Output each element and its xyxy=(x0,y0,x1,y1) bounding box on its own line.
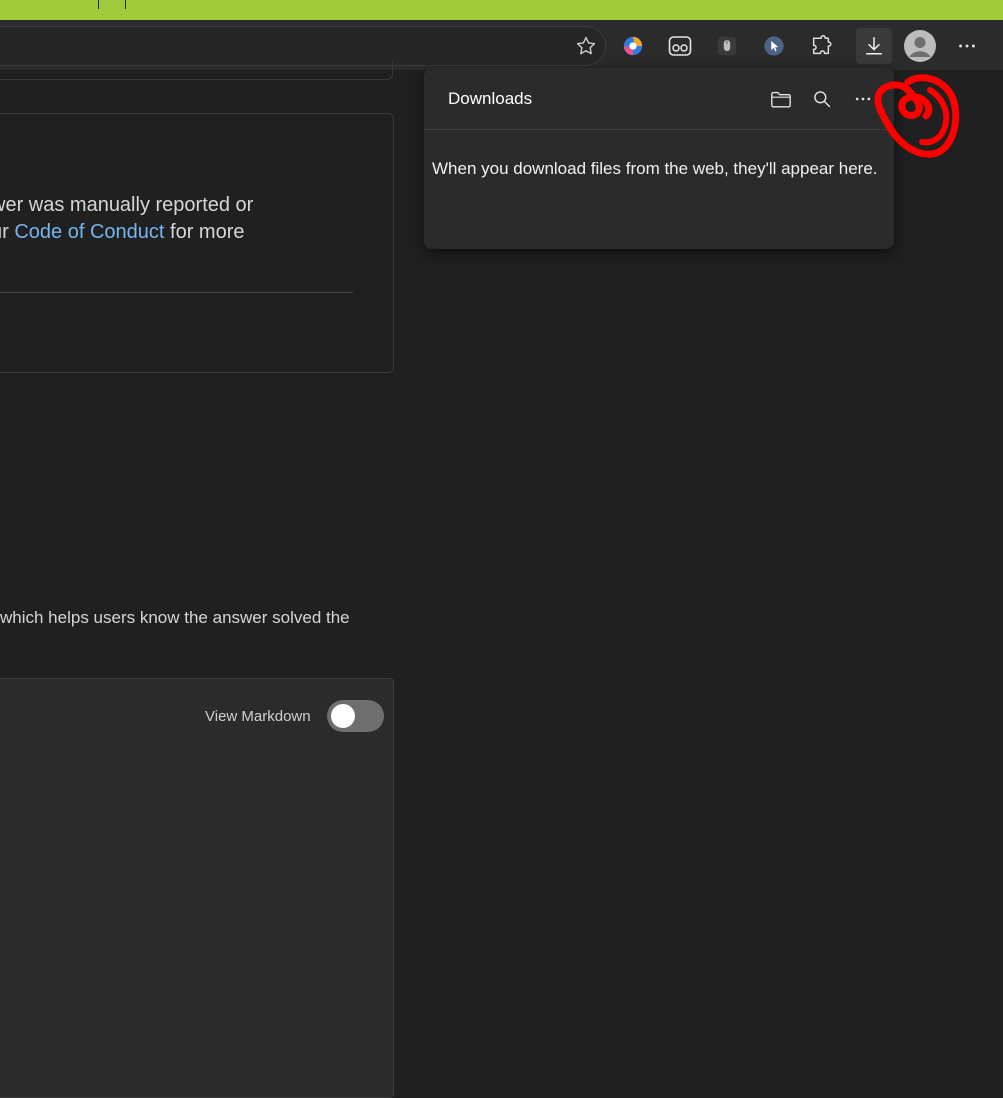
toggle-knob xyxy=(331,704,355,728)
search-icon[interactable] xyxy=(809,86,835,112)
notice-text: wer was manually reported or ur Code of … xyxy=(0,192,291,246)
accept-answer-help-text: which helps users know the answer solved… xyxy=(0,608,350,627)
downloads-flyout: Downloads When you download files from t… xyxy=(424,68,894,249)
open-folder-icon[interactable] xyxy=(768,86,794,112)
view-markdown-label: View Markdown xyxy=(205,708,311,725)
previous-card-edge xyxy=(0,60,393,80)
favorites-star-icon[interactable] xyxy=(572,32,600,60)
downloads-icon[interactable] xyxy=(856,28,892,64)
notice-line-2-suffix: for more xyxy=(164,221,245,243)
tab-strip xyxy=(0,0,1003,20)
view-markdown-toggle[interactable] xyxy=(327,700,384,732)
cursor-extension-icon[interactable] xyxy=(760,32,788,60)
tab-separator xyxy=(98,0,99,9)
answer-editor-panel: View Markdown xyxy=(0,678,394,1098)
mouse-extension-icon[interactable] xyxy=(713,32,741,60)
downloads-empty-message: When you download files from the web, th… xyxy=(432,159,878,178)
moderation-notice-card: wer was manually reported or ur Code of … xyxy=(0,113,394,373)
code-of-conduct-link[interactable]: Code of Conduct xyxy=(14,221,164,243)
flyout-divider xyxy=(424,129,894,130)
extensions-puzzle-icon[interactable] xyxy=(807,32,835,60)
copilot-icon[interactable] xyxy=(619,32,647,60)
notice-line-2: ur Code of Conduct for more xyxy=(0,219,291,246)
tab-separator xyxy=(125,0,126,9)
more-options-icon[interactable] xyxy=(953,32,981,60)
notice-line-2-prefix: ur xyxy=(0,221,9,243)
profile-avatar-icon[interactable] xyxy=(903,29,937,63)
downloads-title: Downloads xyxy=(448,89,533,108)
notice-line-1: wer was manually reported or xyxy=(0,194,254,216)
more-icon[interactable] xyxy=(850,86,876,112)
card-divider xyxy=(0,292,353,293)
reading-glasses-icon[interactable] xyxy=(666,32,694,60)
